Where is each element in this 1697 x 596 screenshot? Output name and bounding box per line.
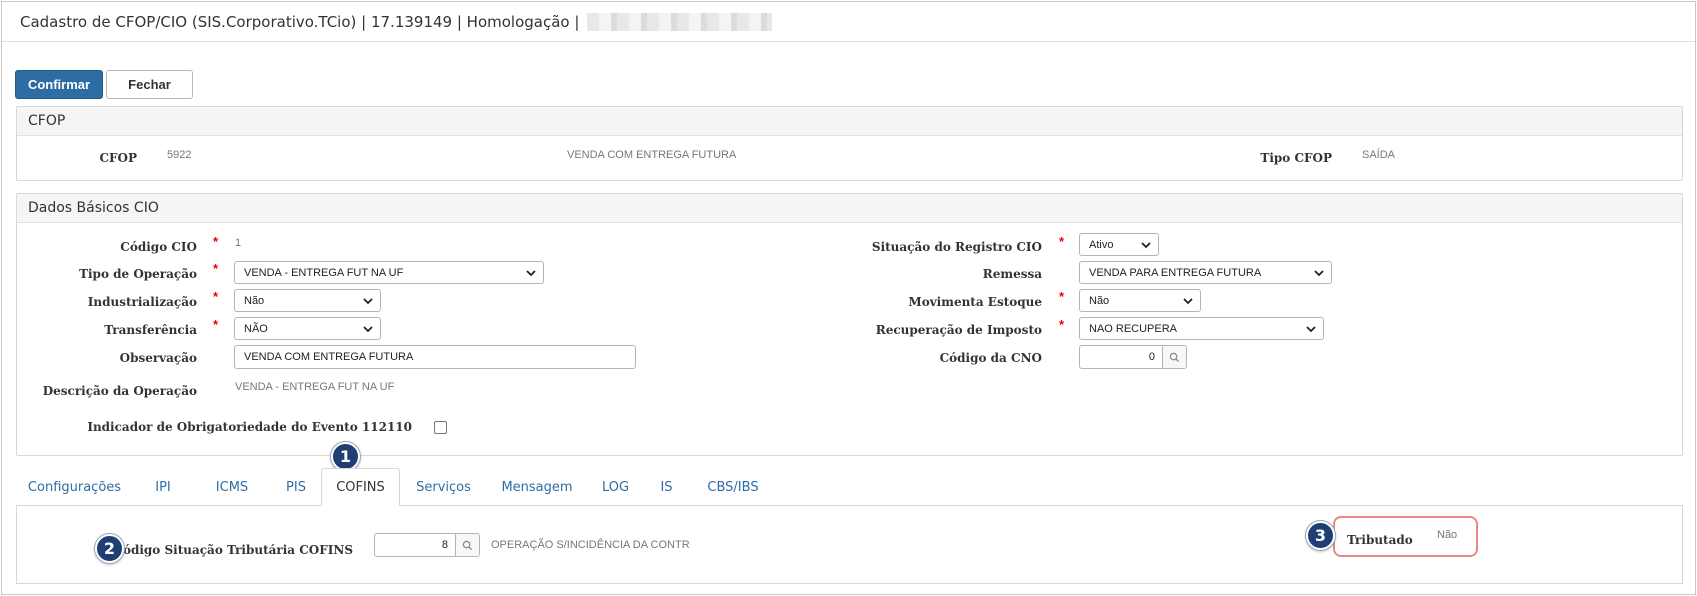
cfop-panel-title: CFOP xyxy=(17,107,1682,136)
cofins-tab-panel: Código Situação Tributária COFINS 8 OPER… xyxy=(16,505,1683,584)
movimenta-estoque-select[interactable]: Não xyxy=(1079,289,1201,312)
close-button[interactable]: Fechar xyxy=(106,70,193,99)
tab-is[interactable]: IS xyxy=(644,468,689,506)
industrializacao-selected: Não xyxy=(244,294,265,307)
remessa-label: Remessa xyxy=(982,267,1042,281)
tab-pis[interactable]: PIS xyxy=(271,468,321,506)
indicador-evento-label: Indicador de Obrigatoriedade do Evento 1… xyxy=(87,420,412,434)
required-marker: * xyxy=(213,261,219,276)
tipo-operacao-selected: VENDA - ENTREGA FUT NA UF xyxy=(244,266,404,279)
chevron-down-icon xyxy=(1306,325,1316,332)
chevron-down-icon xyxy=(363,325,373,332)
callout-badge-2: 2 xyxy=(95,534,124,563)
codigo-cio-label: Código CIO xyxy=(120,240,197,254)
tributado-value: Não xyxy=(1437,529,1458,541)
tab-configuracoes[interactable]: Configurações xyxy=(16,468,133,506)
cst-cofins-description: OPERAÇÃO S/INCIDÊNCIA DA CONTR xyxy=(491,539,690,551)
movimenta-estoque-label: Movimenta Estoque xyxy=(908,295,1042,309)
descricao-operacao-label: Descrição da Operação xyxy=(42,384,197,398)
situacao-registro-label: Situação do Registro CIO xyxy=(871,240,1042,254)
required-marker: * xyxy=(1059,234,1065,249)
transferencia-label: Transferência xyxy=(104,323,197,337)
situacao-registro-selected: Ativo xyxy=(1089,238,1114,251)
tipo-operacao-select[interactable]: VENDA - ENTREGA FUT NA UF xyxy=(234,261,544,284)
chevron-down-icon xyxy=(1141,241,1151,248)
situacao-registro-select[interactable]: Ativo xyxy=(1079,233,1159,256)
required-marker: * xyxy=(1059,289,1065,304)
cfop-label: CFOP xyxy=(99,151,137,165)
transferencia-selected: NÃO xyxy=(244,322,268,335)
cst-cofins-input[interactable]: 8 xyxy=(375,534,455,556)
search-icon[interactable] xyxy=(1162,346,1186,368)
tab-mensagem[interactable]: Mensagem xyxy=(487,468,587,506)
required-marker: * xyxy=(213,317,219,332)
descricao-operacao-value: VENDA - ENTREGA FUT NA UF xyxy=(235,381,395,393)
tributado-label: Tributado xyxy=(1347,533,1413,547)
codigo-cio-value: 1 xyxy=(235,237,242,249)
redacted-user-info xyxy=(587,12,773,31)
cfop-description: VENDA COM ENTREGA FUTURA xyxy=(567,149,737,161)
codigo-cno-lookup[interactable]: 0 xyxy=(1079,345,1187,369)
recuperacao-imposto-select[interactable]: NAO RECUPERA xyxy=(1079,317,1324,340)
tipo-cfop-label: Tipo CFOP xyxy=(1260,151,1332,165)
recuperacao-imposto-label: Recuperação de Imposto xyxy=(875,323,1042,337)
observacao-input[interactable]: VENDA COM ENTREGA FUTURA xyxy=(234,345,636,369)
window-titlebar: Cadastro de CFOP/CIO (SIS.Corporativo.TC… xyxy=(2,2,1695,42)
codigo-cno-input[interactable]: 0 xyxy=(1080,346,1162,368)
movimenta-estoque-selected: Não xyxy=(1089,294,1110,307)
cio-panel-title: Dados Básicos CIO xyxy=(17,194,1682,223)
recuperacao-imposto-selected: NAO RECUPERA xyxy=(1089,322,1178,335)
indicador-evento-checkbox[interactable] xyxy=(434,421,447,434)
search-icon[interactable] xyxy=(455,534,479,556)
cio-panel: Dados Básicos CIO Código CIO * 1 Tipo de… xyxy=(16,193,1683,456)
industrializacao-label: Industrialização xyxy=(87,295,197,309)
chevron-down-icon xyxy=(363,297,373,304)
remessa-select[interactable]: VENDA PARA ENTREGA FUTURA xyxy=(1079,261,1332,284)
tipo-operacao-label: Tipo de Operação xyxy=(79,267,197,281)
tab-ipi[interactable]: IPI xyxy=(133,468,193,506)
tab-servicos[interactable]: Serviços xyxy=(400,468,487,506)
transferencia-select[interactable]: NÃO xyxy=(234,317,381,340)
window-title: Cadastro de CFOP/CIO (SIS.Corporativo.TC… xyxy=(20,12,580,31)
tipo-cfop-value: SAÍDA xyxy=(1362,149,1396,161)
chevron-down-icon xyxy=(1183,297,1193,304)
tax-tabs: Configurações IPI ICMS PIS COFINS Serviç… xyxy=(16,468,1683,506)
tab-cofins[interactable]: COFINS xyxy=(321,468,400,506)
callout-badge-3: 3 xyxy=(1306,521,1335,550)
codigo-cno-label: Código da CNO xyxy=(939,351,1042,365)
cst-cofins-lookup[interactable]: 8 xyxy=(374,533,480,557)
tab-icms[interactable]: ICMS xyxy=(193,468,271,506)
observacao-label: Observação xyxy=(119,351,197,365)
chevron-down-icon xyxy=(526,269,536,276)
cfop-panel: CFOP CFOP 5922 VENDA COM ENTREGA FUTURA … xyxy=(16,106,1683,181)
remessa-selected: VENDA PARA ENTREGA FUTURA xyxy=(1089,266,1262,279)
callout-badge-1: 1 xyxy=(331,442,360,471)
industrializacao-select[interactable]: Não xyxy=(234,289,381,312)
required-marker: * xyxy=(213,289,219,304)
required-marker: * xyxy=(213,234,219,249)
required-marker: * xyxy=(1059,317,1065,332)
cst-cofins-label: Código Situação Tributária COFINS xyxy=(113,543,353,557)
tab-cbs-ibs[interactable]: CBS/IBS xyxy=(689,468,777,506)
chevron-down-icon xyxy=(1314,269,1324,276)
window: Cadastro de CFOP/CIO (SIS.Corporativo.TC… xyxy=(1,1,1696,595)
confirm-button[interactable]: Confirmar xyxy=(15,70,103,99)
cfop-code: 5922 xyxy=(167,149,192,161)
tab-log[interactable]: LOG xyxy=(587,468,644,506)
